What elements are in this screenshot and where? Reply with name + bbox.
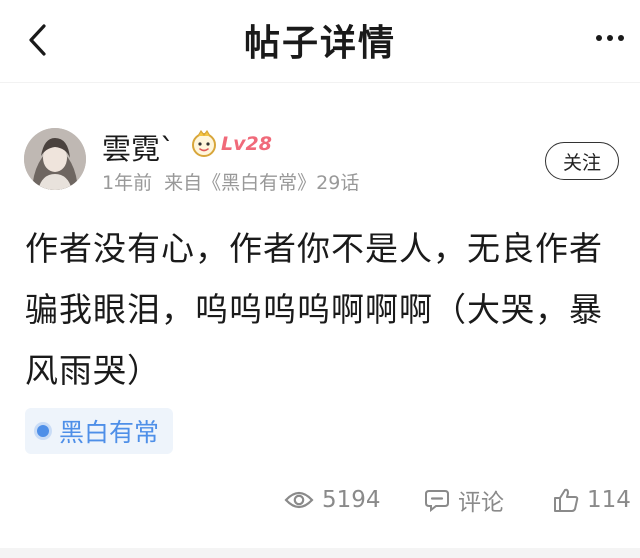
top-navigation-bar: 帖子详情 — [0, 0, 640, 80]
header-divider — [0, 82, 640, 83]
post-content: 作者没有心，作者你不是人，无良作者骗我眼泪，呜呜呜呜啊啊啊（大哭，暴风雨哭） — [25, 229, 603, 390]
level-emoji-icon — [192, 130, 216, 157]
comment-button[interactable]: 评论 — [424, 478, 504, 522]
source-prefix: 来自 — [164, 172, 203, 194]
username[interactable]: 雲霓` — [102, 126, 175, 168]
thumbs-up-icon — [554, 488, 579, 512]
topic-tag[interactable]: 黑白有常 — [25, 408, 174, 454]
post-stats-bar: 5194 评论 114 — [0, 478, 640, 522]
comic-link[interactable]: 《黑白有常》 — [202, 172, 316, 194]
level-badge: Lv28 — [190, 130, 272, 158]
eye-icon — [284, 491, 314, 509]
avatar[interactable] — [24, 128, 86, 190]
views-stat: 5194 — [284, 478, 381, 522]
more-dots-icon — [596, 35, 624, 41]
post-meta: 1年前 来自《黑白有常》29话 — [102, 168, 359, 195]
more-options-button[interactable] — [592, 26, 628, 50]
section-divider — [0, 548, 640, 558]
tag-label: 黑白有常 — [59, 418, 160, 447]
level-label: Lv28 — [221, 133, 272, 155]
author-row: 雲霓` Lv28 1年前 来自《黑白有常》29话 关注 — [0, 124, 640, 196]
tag-dot-icon — [37, 425, 49, 437]
likes-count: 114 — [587, 487, 631, 513]
avatar-image — [24, 128, 86, 190]
like-button[interactable]: 114 — [553, 478, 631, 522]
follow-button[interactable]: 关注 — [545, 142, 619, 180]
views-count: 5194 — [322, 487, 381, 513]
comment-icon — [425, 490, 449, 512]
chapter-label: 29话 — [316, 172, 360, 194]
post-time: 1年前 — [102, 172, 153, 194]
comment-label: 评论 — [458, 490, 504, 516]
page-title: 帖子详情 — [243, 23, 396, 64]
